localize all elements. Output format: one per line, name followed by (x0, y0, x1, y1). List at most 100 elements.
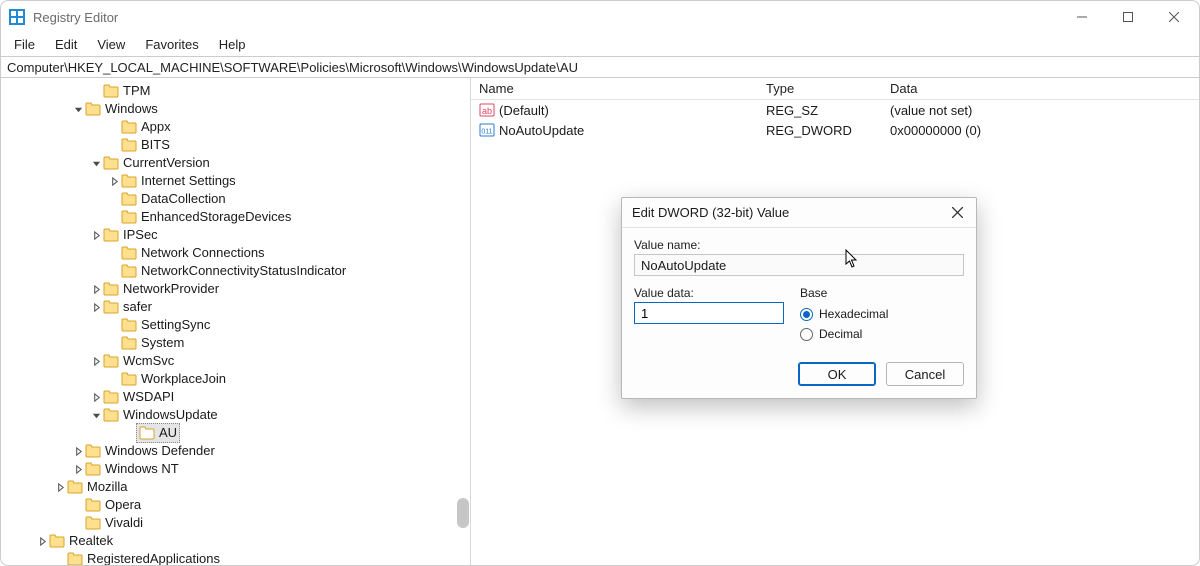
tree-item[interactable]: TPM (1, 82, 470, 100)
tree-item-label: WorkplaceJoin (141, 370, 226, 388)
tree-item[interactable]: Appx (1, 118, 470, 136)
cancel-button[interactable]: Cancel (886, 362, 964, 386)
content-split: TPMWindowsAppxBITSCurrentVersionInternet… (1, 78, 1199, 565)
tree-item-label: NetworkConnectivityStatusIndicator (141, 262, 346, 280)
tree-item[interactable]: safer (1, 298, 470, 316)
radio-hexadecimal[interactable]: Hexadecimal (800, 304, 964, 324)
tree-item[interactable]: BITS (1, 136, 470, 154)
tree-item[interactable]: Vivaldi (1, 514, 470, 532)
expander-none (107, 192, 121, 206)
dialog-titlebar[interactable]: Edit DWORD (32-bit) Value (622, 198, 976, 228)
ok-button[interactable]: OK (798, 362, 876, 386)
chevron-right-icon[interactable] (35, 534, 49, 548)
tree-scrollbar-thumb[interactable] (457, 498, 469, 528)
chevron-right-icon[interactable] (107, 174, 121, 188)
window-title: Registry Editor (33, 10, 118, 25)
tree-item-label: System (141, 334, 184, 352)
tree-item-label: DataCollection (141, 190, 226, 208)
tree-item[interactable]: Windows Defender (1, 442, 470, 460)
chevron-right-icon[interactable] (53, 480, 67, 494)
radio-hex-label: Hexadecimal (819, 307, 888, 321)
tree-item-label: Opera (105, 496, 141, 514)
expander-none (53, 552, 67, 565)
folder-icon (121, 336, 137, 350)
tree-item[interactable]: NetworkConnectivityStatusIndicator (1, 262, 470, 280)
tree-item[interactable]: Windows (1, 100, 470, 118)
chevron-down-icon[interactable] (71, 102, 85, 116)
tree-item[interactable]: Network Connections (1, 244, 470, 262)
expander-none (107, 210, 121, 224)
tree-item-label: Windows NT (105, 460, 179, 478)
folder-icon (121, 174, 137, 188)
folder-icon (103, 408, 119, 422)
chevron-right-icon[interactable] (89, 228, 103, 242)
edit-dword-dialog: Edit DWORD (32-bit) Value Value name: No… (621, 197, 977, 399)
radio-icon (800, 328, 813, 341)
chevron-right-icon[interactable] (89, 282, 103, 296)
tree-item[interactable]: IPSec (1, 226, 470, 244)
tree-item[interactable]: NetworkProvider (1, 280, 470, 298)
expander-none (107, 372, 121, 386)
tree-item[interactable]: WSDAPI (1, 388, 470, 406)
tree-item[interactable]: Opera (1, 496, 470, 514)
chevron-right-icon[interactable] (71, 444, 85, 458)
col-header-data[interactable]: Data (882, 81, 1199, 96)
menu-favorites[interactable]: Favorites (136, 35, 207, 54)
value-name: (Default) (499, 103, 549, 118)
chevron-right-icon[interactable] (89, 390, 103, 404)
tree-item[interactable]: SettingSync (1, 316, 470, 334)
tree-item-label: Vivaldi (105, 514, 143, 532)
tree-item[interactable]: CurrentVersion (1, 154, 470, 172)
folder-icon (103, 84, 119, 98)
value-row[interactable]: 011NoAutoUpdateREG_DWORD0x00000000 (0) (471, 120, 1199, 140)
chevron-right-icon[interactable] (89, 300, 103, 314)
chevron-down-icon[interactable] (89, 156, 103, 170)
dialog-close-button[interactable] (942, 200, 972, 226)
folder-icon (67, 552, 83, 565)
folder-icon (121, 246, 137, 260)
tree-item-label: Network Connections (141, 244, 265, 262)
minimize-button[interactable] (1059, 1, 1105, 33)
tree-item[interactable]: WorkplaceJoin (1, 370, 470, 388)
radio-decimal[interactable]: Decimal (800, 324, 964, 344)
value-name-label: Value name: (634, 238, 964, 252)
value-data-label: Value data: (634, 286, 784, 300)
tree-item[interactable]: System (1, 334, 470, 352)
tree-item-label: WSDAPI (123, 388, 174, 406)
tree-item[interactable]: WindowsUpdate (1, 406, 470, 424)
close-button[interactable] (1151, 1, 1197, 33)
menu-file[interactable]: File (5, 35, 44, 54)
tree-item-label: Windows (105, 100, 158, 118)
tree-item[interactable]: RegisteredApplications (1, 550, 470, 565)
address-bar[interactable]: Computer\HKEY_LOCAL_MACHINE\SOFTWARE\Pol… (1, 56, 1199, 78)
chevron-right-icon[interactable] (71, 462, 85, 476)
tree-item[interactable]: Realtek (1, 532, 470, 550)
folder-icon (121, 372, 137, 386)
col-header-type[interactable]: Type (758, 81, 882, 96)
menu-edit[interactable]: Edit (46, 35, 86, 54)
value-name: NoAutoUpdate (499, 123, 584, 138)
dialog-title-text: Edit DWORD (32-bit) Value (632, 205, 942, 220)
value-row[interactable]: ab(Default)REG_SZ(value not set) (471, 100, 1199, 120)
folder-icon (103, 228, 119, 242)
tree-item[interactable]: Windows NT (1, 460, 470, 478)
tree-item[interactable]: EnhancedStorageDevices (1, 208, 470, 226)
tree-item[interactable]: DataCollection (1, 190, 470, 208)
tree-item[interactable]: Internet Settings (1, 172, 470, 190)
expander-none (107, 138, 121, 152)
tree-item[interactable]: Mozilla (1, 478, 470, 496)
tree-item[interactable]: AU (1, 424, 470, 442)
maximize-button[interactable] (1105, 1, 1151, 33)
menu-view[interactable]: View (88, 35, 134, 54)
folder-icon (85, 516, 101, 530)
registry-tree[interactable]: TPMWindowsAppxBITSCurrentVersionInternet… (1, 82, 470, 565)
tree-pane[interactable]: TPMWindowsAppxBITSCurrentVersionInternet… (1, 78, 471, 565)
value-data: (value not set) (882, 103, 1199, 118)
chevron-down-icon[interactable] (89, 408, 103, 422)
chevron-right-icon[interactable] (89, 354, 103, 368)
menu-help[interactable]: Help (210, 35, 255, 54)
value-data-input[interactable] (634, 302, 784, 324)
tree-item[interactable]: WcmSvc (1, 352, 470, 370)
col-header-name[interactable]: Name (471, 81, 758, 96)
tree-item-label: Realtek (69, 532, 113, 550)
